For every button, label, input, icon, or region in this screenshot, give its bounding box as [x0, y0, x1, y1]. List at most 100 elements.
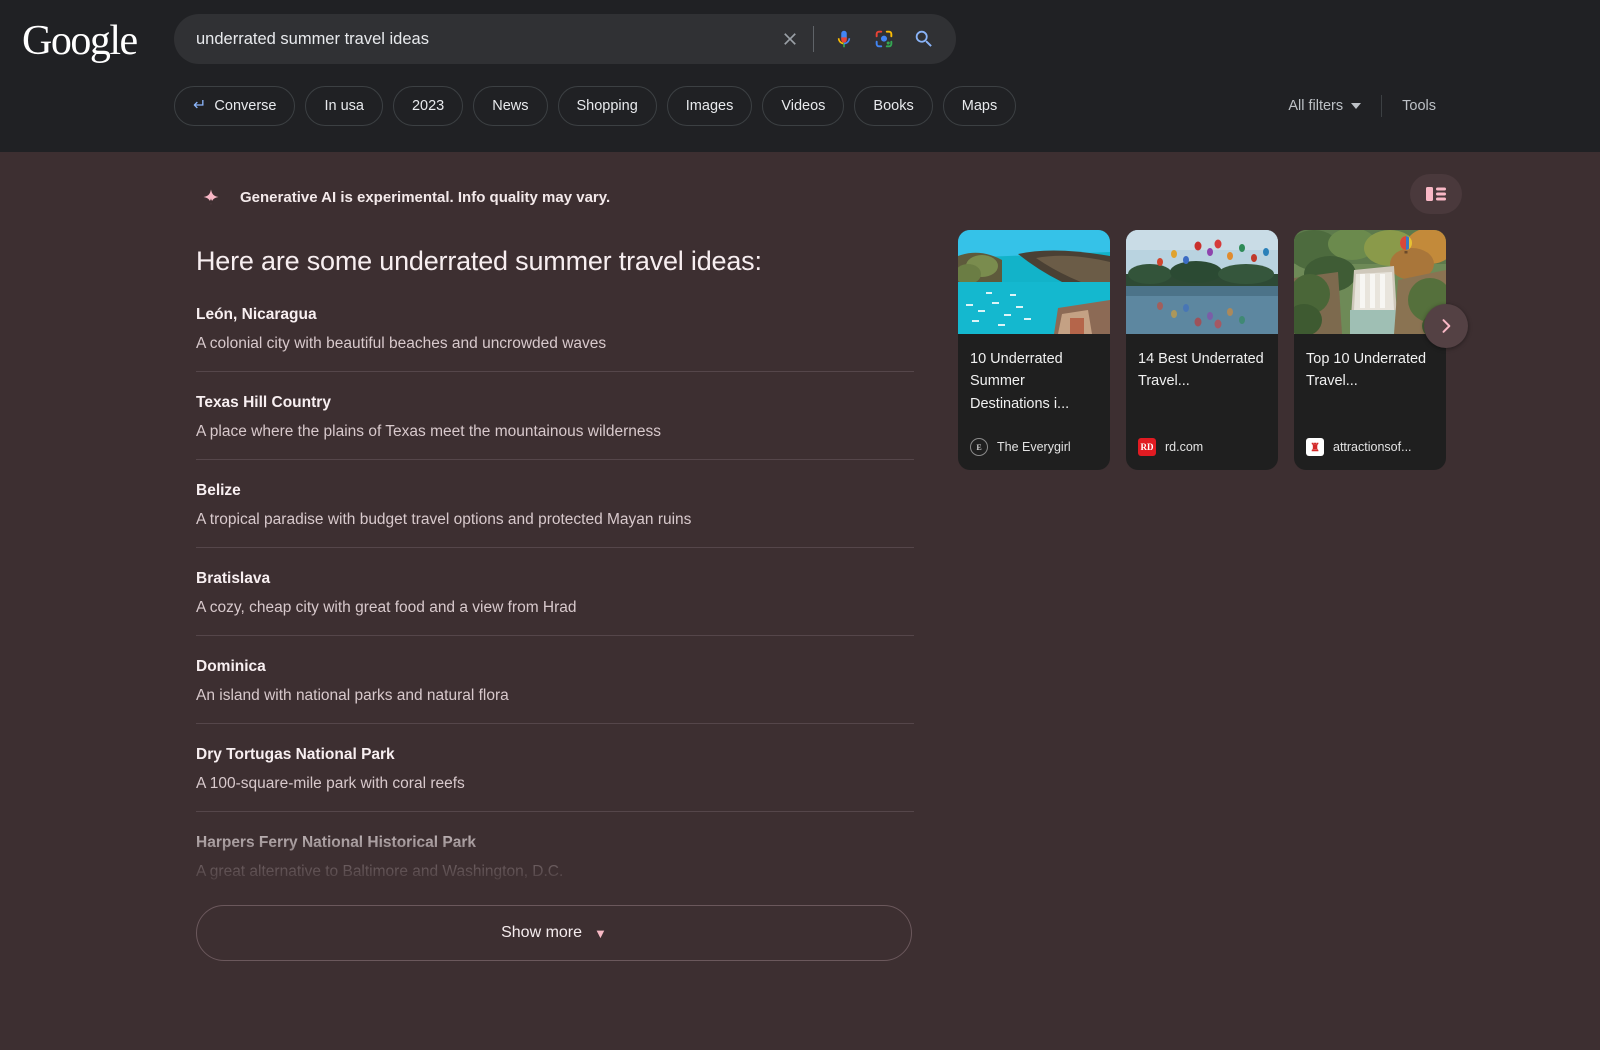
idea-description: A cozy, cheap city with great food and a…	[196, 599, 577, 616]
card-source: ♜ attractionsof...	[1294, 438, 1446, 470]
ai-disclaimer-text: Generative AI is experimental. Info qual…	[240, 188, 611, 206]
card-thumbnail	[1126, 230, 1278, 334]
all-filters-label: All filters	[1288, 98, 1344, 114]
voice-search-button[interactable]	[824, 19, 864, 59]
header-divider	[1381, 95, 1383, 117]
ai-answer-title: Here are some underrated summer travel i…	[196, 246, 762, 276]
rd-favicon: RD	[1138, 438, 1156, 456]
filter-chip-shopping[interactable]: Shopping	[557, 86, 657, 126]
fade-overlay	[196, 812, 914, 899]
idea-name: Texas Hill Country	[196, 394, 331, 411]
close-icon	[784, 33, 796, 45]
source-card[interactable]: 10 Underrated Summer Destinations i... E…	[958, 230, 1110, 470]
balloons-lake-image	[1126, 230, 1278, 334]
chip-label: Shopping	[576, 98, 638, 114]
lens-search-button[interactable]	[864, 19, 904, 59]
idea-description: A 100-square-mile park with coral reefs	[196, 775, 465, 792]
microphone-icon	[837, 30, 851, 48]
chevron-right-icon	[1442, 319, 1451, 333]
filter-chip-row: ↵ Converse In usa 2023 News Shopping Ima…	[174, 86, 1017, 126]
chip-label: Videos	[781, 98, 826, 114]
search-header: Google underrated summer travel ideas ↵ …	[0, 0, 1600, 152]
card-source-name: attractionsof...	[1333, 440, 1412, 454]
sparkle-icon	[203, 189, 219, 205]
idea-description: A place where the plains of Texas meet t…	[196, 423, 661, 440]
show-more-button[interactable]: Show more ▼	[196, 905, 912, 961]
source-card-list: 10 Underrated Summer Destinations i... E…	[958, 230, 1446, 470]
filter-chip-2023[interactable]: 2023	[392, 86, 464, 126]
list-item-truncated: Harpers Ferry National Historical Park A…	[196, 811, 914, 899]
chip-label: 2023	[411, 98, 445, 114]
filter-chip-news[interactable]: News	[473, 86, 548, 126]
search-divider	[813, 26, 814, 52]
list-item: Dominica An island with national parks a…	[196, 635, 914, 723]
source-card[interactable]: Top 10 Underrated Travel... ♜ attraction…	[1294, 230, 1446, 470]
filter-chip-books[interactable]: Books	[854, 86, 933, 126]
idea-name: Bratislava	[196, 570, 271, 587]
converse-arrow-icon: ↵	[193, 97, 207, 114]
filter-chip-converse[interactable]: ↵ Converse	[174, 86, 296, 126]
card-thumbnail	[958, 230, 1110, 334]
view-layout-toggle-button[interactable]	[1410, 174, 1462, 214]
filter-chip-videos[interactable]: Videos	[762, 86, 845, 126]
chip-label: Maps	[961, 98, 998, 114]
waterfall-gorge-image	[1294, 230, 1446, 334]
list-item: Texas Hill Country A place where the pla…	[196, 371, 914, 459]
chip-label: News	[492, 98, 529, 114]
chip-label: Books	[873, 98, 914, 114]
card-source: RD rd.com	[1126, 438, 1278, 470]
idea-name: Dry Tortugas National Park	[196, 746, 395, 763]
card-body: 10 Underrated Summer Destinations i...	[958, 334, 1110, 438]
list-item: Dry Tortugas National Park A 100-square-…	[196, 723, 914, 811]
card-title: 14 Best Underrated Travel...	[1138, 351, 1264, 390]
chip-label: Images	[685, 98, 734, 114]
tools-button[interactable]: Tools	[1388, 98, 1450, 114]
chevron-down-icon: ▼	[594, 925, 607, 941]
filter-chip-maps[interactable]: Maps	[942, 86, 1017, 126]
card-source-name: rd.com	[1165, 440, 1204, 454]
filter-chip-in-usa[interactable]: In usa	[305, 86, 383, 126]
idea-description: An island with national parks and natura…	[196, 687, 509, 704]
list-item: Bratislava A cozy, cheap city with great…	[196, 547, 914, 635]
ai-overview-panel: Generative AI is experimental. Info qual…	[196, 182, 914, 961]
attractionsof-favicon: ♜	[1306, 438, 1324, 456]
idea-description: A tropical paradise with budget travel o…	[196, 511, 692, 528]
filter-chip-images[interactable]: Images	[666, 86, 753, 126]
idea-name: León, Nicaragua	[196, 306, 317, 323]
card-source-name: The Everygirl	[997, 440, 1071, 454]
card-body: Top 10 Underrated Travel...	[1294, 334, 1446, 438]
search-submit-button[interactable]	[904, 19, 944, 59]
header-right-controls: All filters Tools	[1274, 86, 1450, 126]
idea-name: Dominica	[196, 658, 266, 675]
google-lens-icon	[875, 30, 893, 48]
chip-label: Converse	[214, 98, 277, 114]
all-filters-button[interactable]: All filters	[1274, 98, 1375, 114]
main-content: Generative AI is experimental. Info qual…	[0, 152, 1600, 1050]
everygirl-favicon: E	[970, 438, 988, 456]
show-more-label: Show more	[501, 924, 583, 941]
clear-search-button[interactable]	[773, 22, 807, 56]
card-body: 14 Best Underrated Travel...	[1126, 334, 1278, 438]
search-icon	[915, 30, 932, 47]
card-thumbnail	[1294, 230, 1446, 334]
list-item: León, Nicaragua A colonial city with bea…	[196, 299, 914, 371]
idea-description: A colonial city with beautiful beaches a…	[196, 335, 607, 352]
carousel-next-button[interactable]	[1424, 304, 1468, 348]
chevron-down-icon	[1351, 103, 1362, 109]
search-input[interactable]	[174, 29, 773, 49]
ai-disclaimer: Generative AI is experimental. Info qual…	[196, 182, 914, 212]
google-logo[interactable]: Google	[22, 20, 138, 62]
source-card[interactable]: 14 Best Underrated Travel... RD rd.com	[1126, 230, 1278, 470]
card-source: E The Everygirl	[958, 438, 1110, 470]
layout-toggle-icon	[1426, 187, 1446, 201]
coastal-bay-image	[958, 230, 1110, 334]
idea-name: Harpers Ferry National Historical Park	[196, 834, 476, 851]
idea-description: A great alternative to Baltimore and Was…	[196, 863, 564, 880]
card-title: Top 10 Underrated Travel...	[1306, 351, 1427, 390]
search-bar[interactable]	[174, 14, 956, 64]
card-title: 10 Underrated Summer Destinations i...	[970, 351, 1070, 412]
list-item: Belize A tropical paradise with budget t…	[196, 459, 914, 547]
chip-label: In usa	[324, 98, 364, 114]
idea-name: Belize	[196, 482, 241, 499]
ai-idea-list: León, Nicaragua A colonial city with bea…	[196, 299, 914, 899]
